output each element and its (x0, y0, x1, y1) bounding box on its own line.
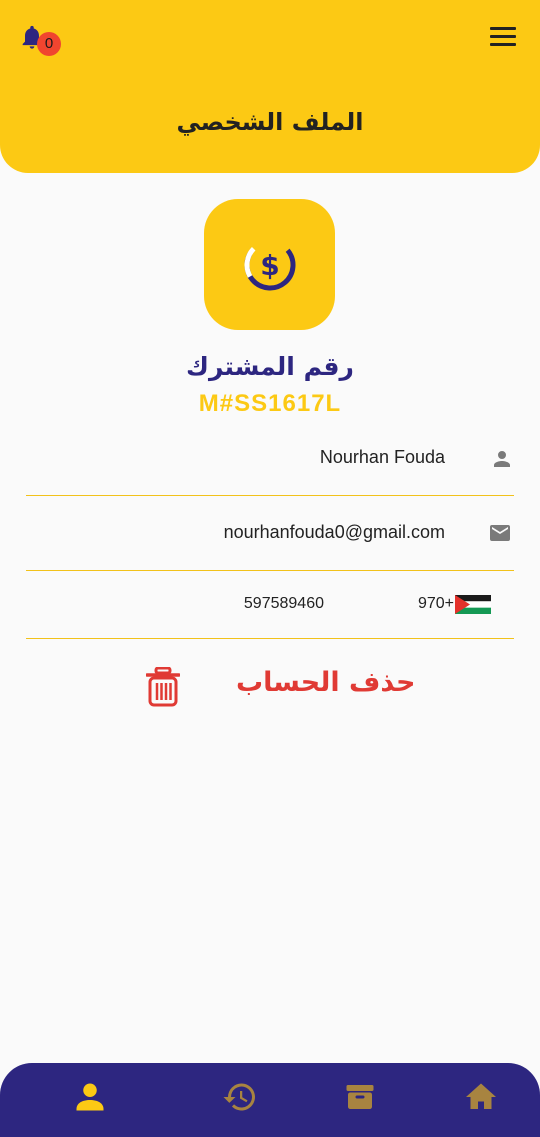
palestine-flag-icon[interactable] (455, 595, 491, 614)
notification-badge: 0 (37, 32, 61, 56)
nav-box-button[interactable] (342, 1079, 378, 1115)
trash-icon[interactable] (146, 667, 180, 707)
dollar-coin-icon: $ (244, 239, 296, 291)
phone-row[interactable]: 597589460 970+ (26, 578, 514, 639)
subscriber-label: رقم المشترك (186, 352, 354, 381)
hamburger-menu-icon[interactable] (490, 27, 516, 49)
name-row[interactable]: Nourhan Fouda (26, 433, 514, 496)
nav-profile-button[interactable] (72, 1079, 108, 1115)
home-icon (466, 1083, 496, 1109)
bottom-nav (0, 1063, 540, 1137)
app-header: 0 الملف الشخصي (0, 0, 540, 173)
box-icon (346, 1085, 374, 1109)
delete-account-button[interactable]: حذف الحساب (236, 667, 415, 698)
subscriber-id: M#SS1617L (198, 390, 342, 417)
svg-text:$: $ (260, 249, 279, 282)
email-row[interactable]: nourhanfouda0@gmail.com (26, 508, 514, 571)
history-icon (223, 1083, 255, 1111)
subscriber-logo: $ (204, 199, 335, 330)
nav-home-button[interactable] (463, 1079, 499, 1115)
phone-country-code: 970+ (417, 595, 454, 612)
person-icon (494, 451, 510, 467)
nav-history-button[interactable] (222, 1079, 258, 1115)
profile-icon (76, 1083, 104, 1111)
email-icon (490, 525, 510, 541)
page-title: الملف الشخصي (176, 108, 364, 136)
phone-number: 597589460 (243, 595, 324, 612)
name-value: Nourhan Fouda (319, 447, 445, 467)
email-value: nourhanfouda0@gmail.com (223, 522, 445, 542)
